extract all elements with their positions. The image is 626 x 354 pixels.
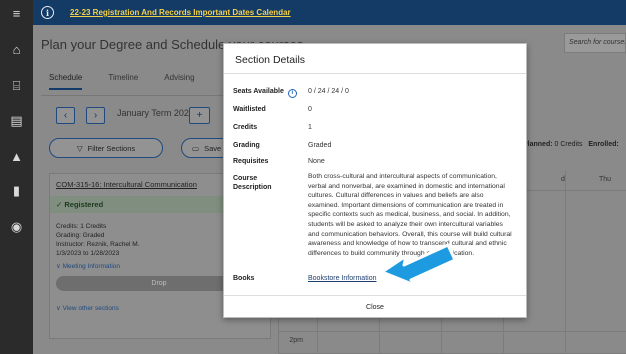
add-term-button[interactable]: + [189, 107, 210, 124]
section-details-dialog: Section Details Seats Available i 0 / 24… [223, 43, 527, 318]
grading-label: Grading [233, 142, 260, 149]
user-glyph: ◉ [10, 219, 23, 234]
calendar-icon: ▭ [192, 143, 200, 153]
planned-label: Planned: [523, 141, 553, 148]
institution-glyph: ⌸ [12, 78, 21, 93]
calendar-row-line [279, 331, 626, 332]
home-glyph: ⌂ [12, 41, 21, 57]
seats-available-label: Seats Available i [233, 88, 297, 98]
filter-label: Filter Sections [87, 143, 136, 153]
important-dates-link[interactable]: 22-23 Registration And Records Important… [70, 8, 291, 17]
bookstore-information-link[interactable]: Bookstore Information [308, 275, 376, 282]
course-info: Credits: 1 Credits Grading: Graded Instr… [56, 222, 139, 258]
id-card-icon[interactable]: ▤ [0, 108, 33, 134]
home-icon[interactable]: ⌂ [0, 36, 33, 62]
id-card-glyph: ▤ [10, 113, 23, 128]
credits-summary: Planned: 0 Credits Enrolled: [523, 141, 619, 148]
planned-value: 0 Credits [554, 141, 583, 148]
chevron-down-icon: ∨ [56, 263, 61, 270]
calendar-day-thu: Thu [599, 176, 612, 183]
view-other-sections-toggle[interactable]: ∨ View other sections [56, 304, 119, 312]
requisites-value: None [308, 158, 325, 165]
other-sections-label: View other sections [62, 305, 119, 312]
enrolled-label: Enrolled: [588, 141, 619, 148]
announcement-banner: i 22-23 Registration And Records Importa… [33, 0, 626, 25]
graduation-cap-glyph: ▲ [10, 148, 23, 164]
credits-value: 1 [308, 124, 312, 131]
credits-label: Credits [233, 124, 258, 131]
tab-timeline[interactable]: Timeline [108, 73, 138, 90]
calendar-time-2pm: 2pm [289, 337, 303, 344]
search-input[interactable]: Search for courses [564, 33, 626, 53]
document-icon[interactable]: ▮ [0, 178, 33, 204]
check-icon: ✓ [56, 200, 63, 209]
next-term-button[interactable]: › [86, 107, 105, 124]
chevron-right-icon: › [93, 110, 98, 121]
tab-schedule[interactable]: Schedule [49, 73, 83, 90]
course-dates: 1/3/2023 to 1/28/2023 [56, 250, 120, 257]
chevron-left-icon: ‹ [63, 110, 68, 121]
graduation-cap-icon[interactable]: ▲ [0, 143, 33, 169]
tab-bar: Schedule Timeline Advising [49, 73, 195, 90]
waitlisted-label: Waitlisted [233, 106, 266, 113]
term-label: January Term 2023 [117, 108, 194, 118]
filter-icon: ▽ [76, 143, 83, 153]
tab-advising[interactable]: Advising [164, 73, 194, 90]
meeting-information-toggle[interactable]: ∨ Meeting Information [56, 262, 120, 270]
menu-glyph: ≡ [12, 5, 21, 21]
user-icon[interactable]: ◉ [0, 214, 33, 240]
seats-label-text: Seats Available [233, 88, 284, 95]
chevron-down-icon: ∨ [56, 305, 61, 312]
course-description-value: Both cross-cultural and intercultural as… [308, 173, 512, 257]
grading-value: Graded [308, 142, 332, 149]
close-button[interactable]: Close [224, 296, 526, 318]
course-description-label: Course Description [233, 175, 272, 191]
dialog-title: Section Details [235, 54, 306, 66]
info-icon[interactable]: i [287, 88, 297, 98]
info-glyph: i [45, 7, 50, 18]
status-label: Registered [64, 200, 104, 209]
course-title-link[interactable]: COM-315-16: Intercultural Communication [56, 180, 197, 189]
institution-icon[interactable]: ⌸ [0, 73, 33, 99]
seats-available-value: 0 / 24 / 24 / 0 [308, 88, 349, 95]
course-credits: Credits: 1 Credits [56, 223, 107, 230]
document-glyph: ▮ [12, 183, 21, 198]
requisites-label: Requisites [233, 158, 269, 165]
course-instructor: Instructor: Reznik, Rachel M. [56, 241, 140, 248]
filter-sections-button[interactable]: ▽ Filter Sections [49, 138, 163, 158]
left-nav-rail: ≡ ⌂ ⌸ ▤ ▲ ▮ ◉ [0, 0, 33, 354]
tabs-divider [41, 95, 241, 96]
waitlisted-value: 0 [308, 106, 312, 113]
meeting-label: Meeting Information [62, 263, 121, 270]
plus-icon: + [196, 110, 203, 121]
dialog-header-divider [224, 73, 526, 74]
calendar-column-line [565, 171, 566, 354]
books-label: Books [233, 275, 255, 282]
course-grading: Grading: Graded [56, 232, 105, 239]
previous-term-button[interactable]: ‹ [56, 107, 75, 124]
menu-icon[interactable]: ≡ [0, 0, 33, 26]
save-label: Save [204, 143, 222, 153]
info-icon: i [41, 6, 54, 19]
